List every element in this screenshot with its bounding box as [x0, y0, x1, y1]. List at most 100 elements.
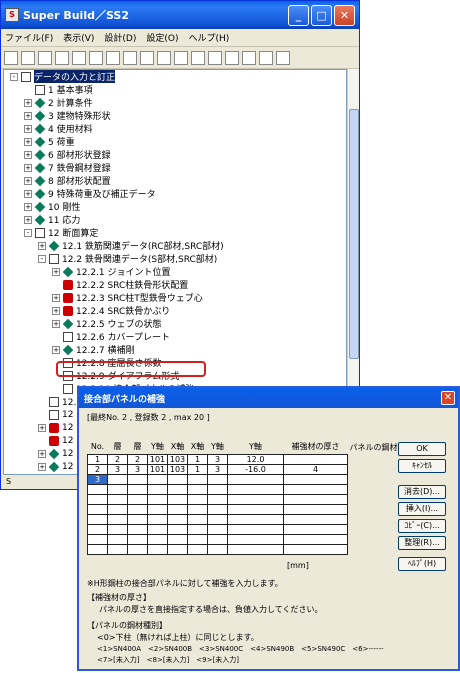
grid-cell[interactable]	[207, 483, 228, 495]
table-row[interactable]	[87, 483, 417, 495]
table-row[interactable]: 3	[87, 473, 417, 485]
grid-cell[interactable]	[127, 533, 148, 545]
collapse-icon[interactable]: -	[24, 228, 32, 237]
grid-cell[interactable]	[167, 543, 188, 555]
toolbar-tool-icon[interactable]	[38, 50, 52, 65]
cancel-button[interactable]: ｷｬﾝｾﾙ	[398, 459, 446, 473]
grid-cell[interactable]	[227, 513, 284, 525]
toolbar-tool-icon[interactable]	[242, 50, 256, 65]
tree-item[interactable]: - 12 断面算定	[24, 226, 98, 239]
maximize-button[interactable]: □	[311, 4, 332, 26]
grid-cell[interactable]: 3	[107, 463, 128, 475]
grid-cell[interactable]: 2	[87, 463, 108, 475]
grid-cell[interactable]: 12.0	[227, 453, 284, 465]
grid-cell[interactable]	[207, 503, 228, 515]
tree-item[interactable]: 1 基本事項	[24, 83, 93, 96]
grid-cell[interactable]	[127, 523, 148, 535]
menu-view[interactable]: 表示(V)	[63, 31, 94, 44]
grid-cell[interactable]	[207, 493, 228, 505]
tree-item[interactable]: +5 荷重	[24, 135, 75, 148]
grid-cell[interactable]	[227, 483, 284, 495]
grid-cell[interactable]	[227, 523, 284, 535]
grid-cell[interactable]: 3	[207, 453, 228, 465]
grid-cell[interactable]	[187, 533, 208, 545]
tree-item[interactable]: +12	[38, 447, 73, 460]
dialog-title-bar[interactable]: 接合部パネルの補強 ✕	[79, 388, 458, 408]
grid-cell[interactable]	[147, 483, 168, 495]
grid-cell[interactable]	[283, 483, 348, 495]
expand-icon[interactable]: +	[52, 293, 60, 302]
grid-cell[interactable]	[227, 473, 284, 485]
insert-button[interactable]: 挿入(I)...	[398, 502, 446, 516]
tree-item[interactable]: +8 部材形状配置	[24, 174, 111, 187]
expand-icon[interactable]: +	[24, 163, 32, 172]
grid-cell[interactable]	[107, 533, 128, 545]
grid-cell[interactable]	[87, 493, 108, 505]
grid-cell[interactable]	[107, 493, 128, 505]
tree-item[interactable]: +3 建物特殊形状	[24, 109, 111, 122]
grid-cell[interactable]	[187, 523, 208, 535]
grid-cell[interactable]	[283, 473, 348, 485]
grid-cell[interactable]	[167, 503, 188, 515]
toolbar-tool-icon[interactable]	[174, 50, 188, 65]
toolbar-tool-icon[interactable]	[55, 50, 69, 65]
collapse-icon[interactable]: -	[10, 72, 18, 81]
grid-cell[interactable]	[283, 543, 348, 555]
expand-icon[interactable]: +	[24, 137, 32, 146]
grid-cell[interactable]: 101	[147, 463, 168, 475]
grid-cell[interactable]: 101	[147, 453, 168, 465]
grid-cell[interactable]	[87, 533, 108, 545]
toolbar-tool-icon[interactable]	[157, 50, 171, 65]
tree-item[interactable]: +7 鉄骨鋼材登録	[24, 161, 111, 174]
grid-cell[interactable]: 2	[127, 453, 148, 465]
grid-cell[interactable]: 4	[283, 463, 348, 475]
grid-cell[interactable]	[167, 523, 188, 535]
tree-item[interactable]: +12.2.4 SRC鉄骨かぶり	[52, 304, 170, 317]
grid-cell[interactable]	[283, 453, 348, 465]
grid-cell[interactable]	[283, 503, 348, 515]
grid-cell[interactable]	[187, 493, 208, 505]
grid-cell[interactable]: 1	[187, 463, 208, 475]
tree-item[interactable]: +12	[38, 421, 73, 434]
arrange-button[interactable]: 整理(R)...	[398, 536, 446, 550]
ok-button[interactable]: OK	[398, 442, 446, 456]
collapse-icon[interactable]: -	[38, 254, 46, 263]
tree-item[interactable]: +10 剛性	[24, 200, 80, 213]
tree-item[interactable]: +6 部材形状登録	[24, 148, 111, 161]
copy-button[interactable]: ｺﾋﾟｰ(C)...	[398, 519, 446, 533]
tree-item[interactable]: 12	[38, 434, 73, 447]
expand-icon[interactable]: +	[24, 150, 32, 159]
table-row[interactable]	[87, 533, 417, 545]
toolbar-tool-icon[interactable]	[225, 50, 239, 65]
tree-item[interactable]: +12.2.3 SRC柱T型鉄骨ウェブ心	[52, 291, 203, 304]
tree-item[interactable]: +11 応力	[24, 213, 80, 226]
expand-icon[interactable]: +	[52, 267, 60, 276]
grid-cell[interactable]	[87, 543, 108, 555]
expand-icon[interactable]: +	[38, 423, 46, 432]
grid-cell[interactable]	[167, 483, 188, 495]
table-row[interactable]	[87, 513, 417, 525]
tree-item[interactable]: +13 基	[24, 473, 71, 474]
expand-icon[interactable]: +	[24, 189, 32, 198]
grid-cell[interactable]	[167, 473, 188, 485]
tree-item[interactable]: 12.2.6 カバープレート	[52, 330, 170, 343]
grid-cell[interactable]	[147, 543, 168, 555]
tree-item[interactable]: - データの入力と訂正	[10, 70, 116, 83]
tree-item[interactable]: 12	[38, 408, 73, 421]
grid-cell[interactable]	[187, 513, 208, 525]
grid-cell[interactable]	[127, 483, 148, 495]
toolbar-tool-icon[interactable]	[4, 50, 18, 65]
grid-cell[interactable]	[127, 493, 148, 505]
help-button[interactable]: ﾍﾙﾌﾟ(H)	[398, 557, 446, 571]
grid-cell[interactable]: -16.0	[227, 463, 284, 475]
expand-icon[interactable]: +	[24, 111, 32, 120]
tree-item[interactable]: +12	[38, 460, 73, 473]
grid-cell[interactable]	[207, 543, 228, 555]
toolbar-tool-icon[interactable]	[208, 50, 222, 65]
menu-design[interactable]: 設計(D)	[104, 31, 136, 44]
table-row[interactable]: 2 3 3 101 103 1 3 -16.0 4	[87, 463, 417, 475]
grid-cell[interactable]	[127, 503, 148, 515]
toolbar-tool-icon[interactable]	[106, 50, 120, 65]
grid-cell[interactable]	[147, 503, 168, 515]
grid-cell[interactable]	[227, 543, 284, 555]
